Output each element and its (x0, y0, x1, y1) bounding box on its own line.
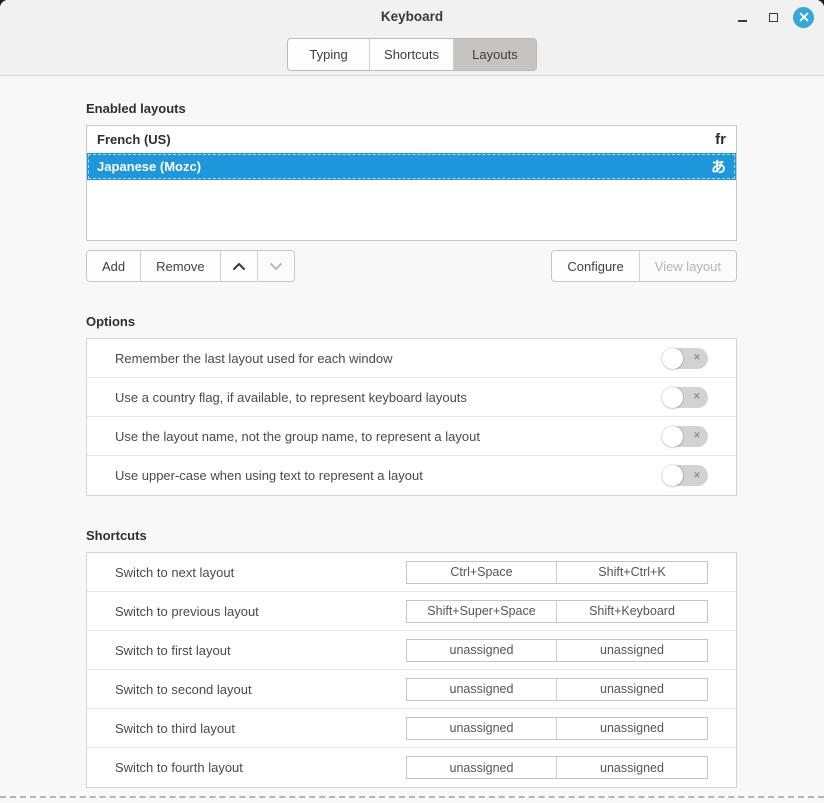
window-header: Keyboard Typing Shortcuts Layouts (0, 0, 824, 76)
keybinding-button[interactable]: unassigned (557, 757, 707, 778)
shortcut-row-previous-layout: Switch to previous layout Shift+Super+Sp… (87, 592, 736, 631)
layout-name: Japanese (Mozc) (97, 159, 201, 174)
keybinding-button[interactable]: Shift+Super+Space (407, 601, 557, 622)
chevron-down-icon (269, 262, 283, 271)
toggle-knob (662, 387, 683, 408)
move-up-button[interactable] (221, 251, 258, 281)
add-layout-button[interactable]: Add (87, 251, 141, 281)
toggle-knob (662, 465, 683, 486)
spacer (86, 282, 737, 314)
layout-name: French (US) (97, 132, 171, 147)
toggle-off-icon: × (694, 430, 700, 441)
toggle-switch-off[interactable]: × (662, 387, 708, 408)
configure-button-group: Configure View layout (551, 250, 737, 282)
toggle-off-icon: × (694, 391, 700, 402)
shortcut-row-first-layout: Switch to first layout unassigned unassi… (87, 631, 736, 670)
shortcut-label: Switch to third layout (115, 721, 235, 736)
option-row-upper-case: Use upper-case when using text to repres… (87, 456, 736, 495)
shortcut-label: Switch to second layout (115, 682, 252, 697)
keybinding-button[interactable]: unassigned (557, 679, 707, 700)
move-down-button[interactable] (258, 251, 294, 281)
keybinding-group: unassigned unassigned (406, 678, 708, 701)
layout-indicator-badge: あ (711, 156, 726, 177)
keybinding-group: unassigned unassigned (406, 717, 708, 740)
minimize-icon (738, 20, 747, 22)
keybinding-group: unassigned unassigned (406, 639, 708, 662)
edit-button-group: Add Remove (86, 250, 295, 282)
chevron-up-icon (232, 262, 246, 271)
keybinding-button[interactable]: unassigned (407, 718, 557, 739)
option-label: Use upper-case when using text to repres… (115, 468, 423, 483)
keybinding-button[interactable]: Shift+Keyboard (557, 601, 707, 622)
layout-indicator-badge: fr (715, 131, 726, 148)
minimize-button[interactable] (731, 6, 753, 28)
layout-list-toolbar: Add Remove Configure View layout (86, 250, 737, 282)
tab-bar: Typing Shortcuts Layouts (0, 38, 824, 71)
tab-layouts[interactable]: Layouts (454, 39, 536, 70)
spacer (86, 496, 737, 528)
close-button[interactable] (793, 7, 814, 28)
tab-shortcuts[interactable]: Shortcuts (370, 39, 454, 70)
window-title: Keyboard (0, 9, 824, 24)
toggle-off-icon: × (694, 352, 700, 363)
toggle-knob (662, 426, 683, 447)
tab-group: Typing Shortcuts Layouts (287, 38, 537, 71)
keyboard-settings-window: Keyboard Typing Shortcuts Layouts (0, 0, 824, 803)
keybinding-group: Ctrl+Space Shift+Ctrl+K (406, 561, 708, 584)
shortcut-label: Switch to previous layout (115, 604, 259, 619)
option-label: Remember the last layout used for each w… (115, 351, 392, 366)
keybinding-group: Shift+Super+Space Shift+Keyboard (406, 600, 708, 623)
option-label: Use the layout name, not the group name,… (115, 429, 480, 444)
layout-list-item[interactable]: French (US) fr (87, 126, 736, 153)
configure-button[interactable]: Configure (552, 251, 639, 281)
keybinding-button[interactable]: Ctrl+Space (407, 562, 557, 583)
shortcuts-heading: Shortcuts (86, 528, 737, 543)
toggle-switch-off[interactable]: × (662, 465, 708, 486)
shortcut-row-third-layout: Switch to third layout unassigned unassi… (87, 709, 736, 748)
titlebar[interactable]: Keyboard (0, 0, 824, 34)
shortcuts-box: Switch to next layout Ctrl+Space Shift+C… (86, 552, 737, 788)
close-icon (799, 12, 809, 22)
window-controls (731, 5, 814, 29)
keybinding-button[interactable]: unassigned (557, 640, 707, 661)
shortcut-label: Switch to fourth layout (115, 760, 243, 775)
layouts-page: Enabled layouts French (US) fr Japanese … (0, 76, 824, 788)
toggle-switch-off[interactable]: × (662, 426, 708, 447)
option-row-remember-last-layout: Remember the last layout used for each w… (87, 339, 736, 378)
enabled-layouts-list: French (US) fr Japanese (Mozc) あ (86, 125, 737, 241)
toggle-knob (662, 348, 683, 369)
toggle-switch-off[interactable]: × (662, 348, 708, 369)
toggle-off-icon: × (694, 470, 700, 481)
enabled-layouts-heading: Enabled layouts (86, 101, 737, 116)
shortcut-row-next-layout: Switch to next layout Ctrl+Space Shift+C… (87, 553, 736, 592)
view-layout-button[interactable]: View layout (640, 251, 736, 281)
keybinding-button[interactable]: unassigned (407, 640, 557, 661)
remove-layout-button[interactable]: Remove (141, 251, 220, 281)
layout-list-item-selected[interactable]: Japanese (Mozc) あ (87, 153, 736, 180)
keybinding-button[interactable]: unassigned (557, 718, 707, 739)
options-heading: Options (86, 314, 737, 329)
keybinding-button[interactable]: unassigned (407, 757, 557, 778)
keybinding-group: unassigned unassigned (406, 756, 708, 779)
maximize-icon (769, 13, 778, 22)
tab-typing[interactable]: Typing (288, 39, 370, 70)
option-label: Use a country flag, if available, to rep… (115, 390, 467, 405)
option-row-layout-name: Use the layout name, not the group name,… (87, 417, 736, 456)
shortcut-row-fourth-layout: Switch to fourth layout unassigned unass… (87, 748, 736, 787)
options-box: Remember the last layout used for each w… (86, 338, 737, 496)
shortcut-row-second-layout: Switch to second layout unassigned unass… (87, 670, 736, 709)
shortcut-label: Switch to first layout (115, 643, 231, 658)
keybinding-button[interactable]: unassigned (407, 679, 557, 700)
content-overflow-indicator (0, 796, 824, 798)
keybinding-button[interactable]: Shift+Ctrl+K (557, 562, 707, 583)
maximize-button[interactable] (762, 6, 784, 28)
shortcut-label: Switch to next layout (115, 565, 234, 580)
option-row-country-flag: Use a country flag, if available, to rep… (87, 378, 736, 417)
